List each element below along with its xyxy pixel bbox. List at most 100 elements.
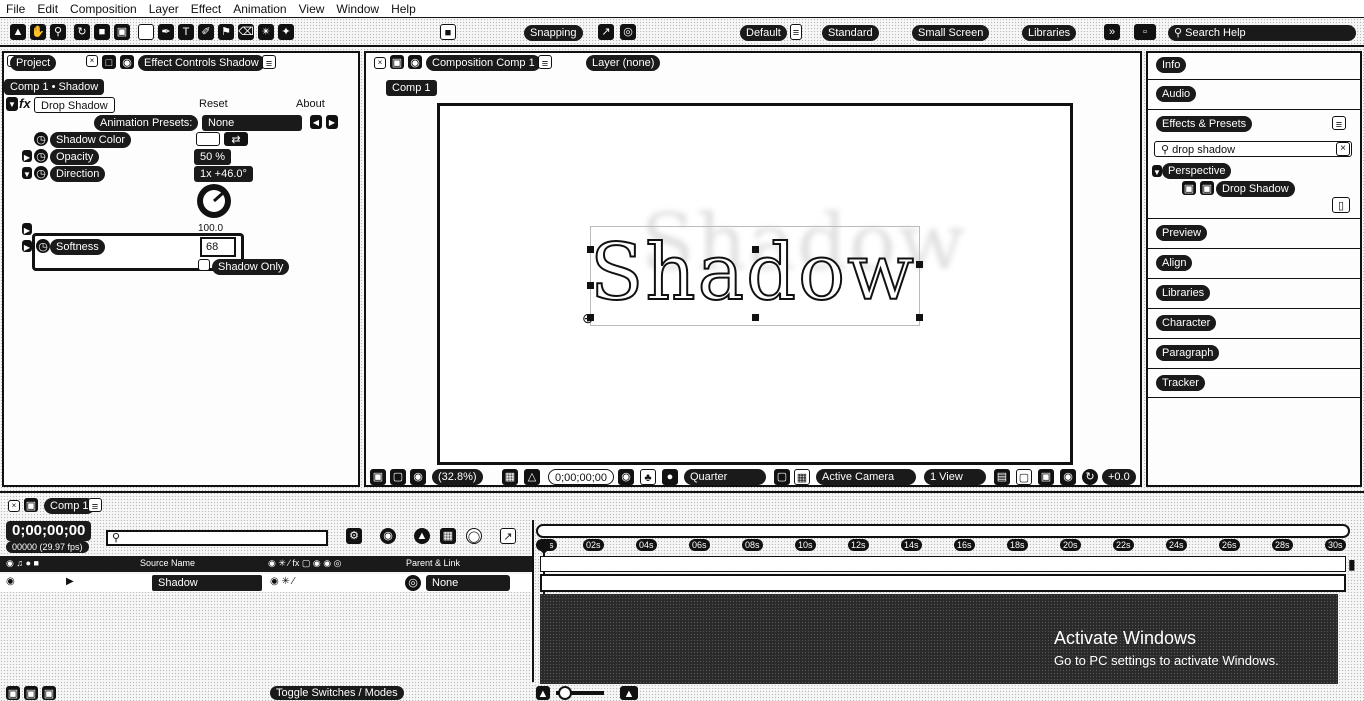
exposure-reset-icon[interactable]: ↻ [1082,469,1098,485]
animation-presets-select[interactable]: None [202,115,302,131]
selection-tool-icon[interactable]: ▲ [10,24,26,40]
layer-end-handle-icon[interactable]: ▮ [1348,556,1360,592]
transform-handle[interactable] [587,282,594,289]
parent-select[interactable]: None [426,575,510,591]
workspace-libraries[interactable]: Libraries [1022,25,1077,41]
magnification-icon[interactable]: ▣ [370,469,386,485]
result-drop-shadow[interactable]: Drop Shadow [1216,181,1295,197]
transform-handle[interactable] [752,246,759,253]
section-paragraph[interactable]: Paragraph [1156,345,1220,361]
motion-blur-icon[interactable]: ◯ [466,528,482,544]
collapse-category-icon[interactable]: ▼ [1152,165,1162,177]
search-help-input[interactable]: ⚲ Search Help [1168,25,1356,41]
roto-brush-tool-icon[interactable]: ✴ [258,24,274,40]
menu-view[interactable]: View [293,0,331,16]
info-panel-tab[interactable]: Info [1156,57,1187,73]
prev-preset-icon[interactable]: ◀ [310,115,322,129]
panel-lock-icon[interactable]: ◉ [120,55,134,69]
comp-mini-flowchart-icon[interactable]: ⚙ [346,528,362,544]
shadow-text-layer[interactable]: Shadow [589,227,916,319]
transform-handle[interactable] [916,314,923,321]
menu-file[interactable]: File [0,0,31,16]
rectangle-tool-icon[interactable] [138,24,154,40]
effect-name[interactable]: Drop Shadow [34,97,115,113]
next-preset-icon[interactable]: ▶ [326,115,338,129]
softness-stopwatch-icon[interactable]: ◷ [36,239,50,253]
work-area-bar[interactable] [536,524,1350,538]
toggle-switches-modes[interactable]: Toggle Switches / Modes [270,686,404,700]
section-character[interactable]: Character [1156,315,1217,331]
new-preset-icon[interactable]: ▯ [1332,197,1350,213]
transform-handle[interactable] [587,246,594,253]
comp-tab-menu-icon[interactable]: ≡ [538,55,552,70]
close-timeline-tab-icon[interactable]: × [8,500,20,512]
grid-icon[interactable]: ▦ [502,469,518,485]
effects-search-input[interactable]: ⚲ drop shadow [1154,141,1352,157]
anchor-point-icon[interactable]: ⊕ [582,310,594,327]
frame-blending-icon[interactable]: ▦ [440,528,456,544]
zoom-in-icon[interactable]: ▲ [620,686,638,700]
timeline-tab[interactable]: Comp 1 [44,498,95,514]
show-channel-icon[interactable]: ♣ [640,469,656,485]
expand-softness-icon[interactable]: ▶ [22,240,32,252]
menu-animation[interactable]: Animation [227,0,292,16]
toggle-pixel-icon[interactable]: ▤ [994,469,1010,485]
workspace-standard[interactable]: Standard [822,25,879,41]
view-layout-select[interactable]: 1 View [924,469,986,485]
layer-switches-icon[interactable]: ◉ ✳ ∕ [270,576,294,587]
color-icon[interactable]: ● [662,469,678,485]
softness-input[interactable]: 68 [200,237,236,257]
menu-window[interactable]: Window [330,0,385,16]
mask-view-icon[interactable]: ◉ [410,469,426,485]
type-tool-icon[interactable]: T [178,24,194,40]
eyedropper-icon[interactable]: ⇄ [224,132,248,146]
opacity-value[interactable]: 50 % [194,149,232,165]
shy-layers-icon[interactable]: ▲ [414,528,430,544]
snapping-toggle-icon[interactable]: ■ [440,24,456,40]
eye-icon[interactable]: ◉ ♫ ● ■ [6,558,39,569]
about-link[interactable]: About [296,98,325,110]
pick-whip-icon[interactable]: ◎ [405,575,421,591]
layer-duration-bar[interactable] [540,574,1346,592]
workspace-small-screen[interactable]: Small Screen [912,25,990,41]
snap-options-icon[interactable]: ↗ [598,24,614,40]
workspace-default[interactable]: Default [740,25,787,41]
expand-layer-icon[interactable]: ▶ [66,576,74,587]
pan-behind-tool-icon[interactable]: ▣ [114,24,130,40]
section-libraries[interactable]: Libraries [1156,285,1211,301]
zoom-select[interactable]: (32.8%) [432,469,483,485]
timeline-icon[interactable]: ▣ [1038,469,1054,485]
section-preview[interactable]: Preview [1156,225,1208,241]
graph-editor-icon[interactable]: ↗ [500,528,516,544]
comp-canvas[interactable]: Shadow Shadow ⊕ [437,103,1073,465]
layer-name[interactable]: Shadow [152,575,262,591]
snapping-label[interactable]: Snapping [524,25,583,41]
layer-switches-pane-icon[interactable]: ▣ [6,686,20,700]
brush-tool-icon[interactable]: ✐ [198,24,214,40]
close-comp-tab-icon[interactable]: × [374,57,386,69]
zoom-tool-icon[interactable]: ⚲ [50,24,66,40]
flowchart-icon[interactable]: ◉ [1060,469,1076,485]
pen-tool-icon[interactable]: ✒ [158,24,174,40]
clear-search-icon[interactable]: × [1336,142,1350,156]
snapshot-icon[interactable]: ◉ [618,469,634,485]
resolution-select[interactable]: Quarter [684,469,766,485]
parent-header[interactable]: Parent & Link [406,558,460,568]
direction-dial-icon[interactable] [194,181,234,221]
source-name-header[interactable]: Source Name [140,558,195,568]
tab-menu-icon[interactable]: ≡ [262,55,276,70]
effects-presets-tab[interactable]: Effects & Presets [1156,116,1253,132]
tab-effect-controls[interactable]: Effect Controls Shadow [138,55,265,71]
in-out-pane-icon[interactable]: ▣ [42,686,56,700]
modes-pane-icon[interactable]: ▣ [24,686,38,700]
tab-project[interactable]: Project [10,55,57,71]
layer-viewer-tab[interactable]: Layer (none) [586,55,661,71]
timeline-current-time[interactable]: 0;00;00;00 [6,521,92,541]
draft-3d-icon[interactable]: ◉ [380,528,396,544]
close-tab-icon[interactable]: × [86,55,98,67]
camera-select[interactable]: Active Camera [816,469,916,485]
workspace-menu-icon[interactable]: ≡ [790,24,802,40]
rotate-tool-icon[interactable]: ↻ [74,24,90,40]
menu-composition[interactable]: Composition [64,0,143,16]
expand-opacity-icon[interactable]: ▶ [22,150,32,162]
